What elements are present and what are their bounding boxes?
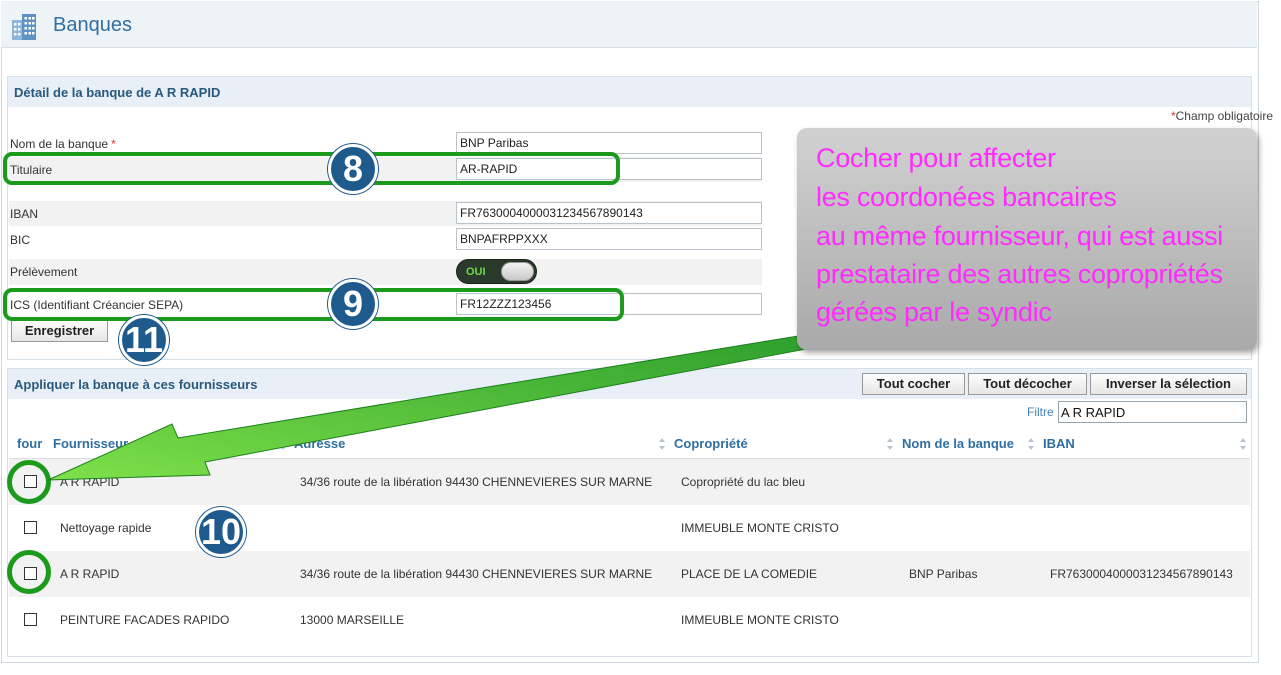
cell-copro: IMMEUBLE MONTE CRISTO [681,613,839,627]
cell-supplier: A R RAPID [60,567,120,581]
bank-building-icon [12,14,36,40]
table-row: A R RAPID 34/36 route de la libération 9… [9,459,1250,505]
highlight-checkbox-row-3 [7,550,51,594]
sort-icon[interactable] [1027,437,1035,451]
cell-iban: FR7630004000031234567890143 [1050,567,1233,581]
bank-detail-title: Détail de la banque de A R RAPID [14,85,221,100]
sort-icon[interactable] [658,437,666,451]
callout-line-1: Cocher pour affecter [816,143,1056,173]
page-title: Banques [53,14,132,36]
cell-copro: PLACE DE LA COMEDIE [681,567,818,581]
column-copro[interactable]: Copropriété [674,436,748,451]
suppliers-title: Appliquer la banque à ces fournisseurs [14,377,258,392]
bank-name-label-text: Nom de la banque [10,137,109,151]
column-iban[interactable]: IBAN [1043,436,1075,451]
cell-address: 13000 MARSEILLE [300,613,405,627]
column-four[interactable]: four [17,436,42,451]
sort-icon[interactable] [279,437,287,451]
iban-input[interactable] [456,202,762,224]
cell-address: 34/36 route de la libération 94430 CHENN… [300,475,653,489]
uncheck-all-button[interactable]: Tout décocher [968,373,1087,395]
step-badge-10: 10 [196,507,246,557]
cell-bank: BNP Paribas [909,567,978,581]
instruction-callout: Cocher pour affecter les coordonées banc… [797,128,1257,350]
page-header: Banques [1,1,1257,48]
check-all-button[interactable]: Tout cocher [862,373,965,395]
toggle-knob [501,262,534,281]
sort-icon[interactable] [1239,437,1247,451]
column-supplier[interactable]: Fournisseur [53,436,128,451]
step-badge-11: 11 [119,315,169,365]
filter-label: Filtre [1027,405,1054,419]
callout-line-5: gérées par le syndic [816,297,1052,327]
cell-address: 34/36 route de la libération 94430 CHENN… [300,567,653,581]
invert-selection-button[interactable]: Inverser la sélection [1090,373,1247,395]
table-row: PEINTURE FACADES RAPIDO 13000 MARSEILLE … [9,597,1250,643]
direct-debit-toggle-label: OUI [466,266,486,278]
cell-supplier: Nettoyage rapide [60,521,152,535]
column-address[interactable]: Adresse [294,436,345,451]
column-bank[interactable]: Nom de la banque [902,436,1014,451]
bank-name-input[interactable] [456,132,762,154]
bank-name-label: Nom de la banque * [10,137,116,151]
form-row-direct-debit: Prélèvement OUI [9,259,762,285]
highlight-ics-row [3,288,624,321]
step-badge-8: 8 [328,144,378,194]
row-checkbox[interactable] [24,613,37,626]
bic-label: BIC [10,233,31,247]
form-row-iban: IBAN [9,201,762,226]
required-star-icon: * [111,137,116,151]
table-row: A R RAPID 34/36 route de la libération 9… [9,551,1250,597]
cell-copro: Copropriété du lac bleu [681,475,806,489]
form-row-bic: BIC [9,227,762,252]
filter-input[interactable] [1058,401,1247,423]
highlight-checkbox-row-1 [7,460,51,504]
required-note: *Champ obligatoire [1171,109,1273,123]
iban-label: IBAN [10,207,39,221]
required-note-text: Champ obligatoire [1175,109,1273,123]
bic-input[interactable] [456,228,762,250]
highlight-holder-row [3,152,620,185]
step-badge-9: 9 [328,279,378,329]
cell-supplier: PEINTURE FACADES RAPIDO [60,613,230,627]
direct-debit-toggle[interactable]: OUI [456,259,537,284]
sort-icon[interactable] [886,437,894,451]
save-button[interactable]: Enregistrer [11,320,108,342]
callout-line-4: prestataire des autres copropriétés [816,259,1223,289]
table-row: Nettoyage rapide IMMEUBLE MONTE CRISTO [9,505,1250,551]
direct-debit-label: Prélèvement [10,265,78,279]
row-checkbox[interactable] [24,521,37,534]
bank-detail-header: Détail de la banque de A R RAPID [8,77,1251,107]
cell-copro: IMMEUBLE MONTE CRISTO [681,521,839,535]
cell-supplier: A R RAPID [60,475,120,489]
callout-line-3: au même fournisseur, qui est aussi [816,221,1224,251]
callout-line-2: les coordonées bancaires [816,182,1117,212]
